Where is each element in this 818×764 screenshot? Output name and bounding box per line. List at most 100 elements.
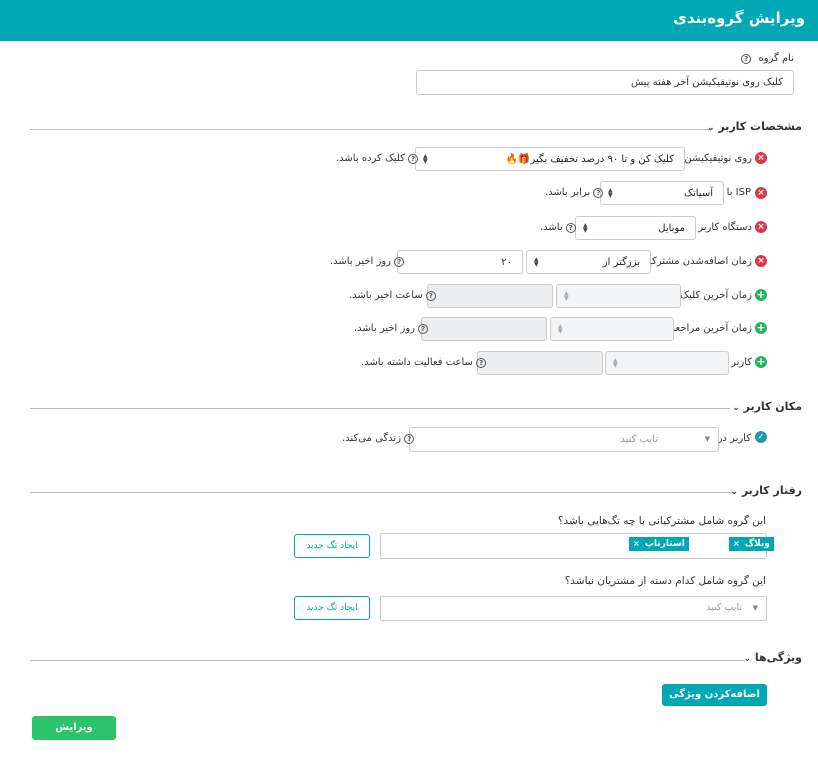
divider xyxy=(30,660,745,661)
condition-prefix: ISP با xyxy=(726,187,751,198)
help-icon[interactable]: ? xyxy=(425,291,436,301)
include-tags-input[interactable]: ▼ وبلاگ × استارتاپ × xyxy=(380,533,774,559)
select-arrows-icon: ▲ ▼ xyxy=(608,187,613,199)
condition-suffix-row: ? کلیک کرده باشد. xyxy=(336,153,419,164)
caret-down-icon: ▼ xyxy=(752,604,758,612)
device-select[interactable]: موبایل ▲ ▼ xyxy=(575,216,696,240)
days-input[interactable]: ۲۰ xyxy=(397,250,523,274)
help-icon[interactable]: ? xyxy=(404,434,415,444)
help-icon[interactable]: ? xyxy=(741,54,752,64)
exclude-placeholder: تایپ کنید xyxy=(706,602,742,613)
help-icon[interactable]: ? xyxy=(418,324,429,334)
page-title: ویرایش گروه‌بندی xyxy=(673,9,805,27)
select-arrows-icon: ▲ ▼ xyxy=(423,153,428,165)
section-user-location[interactable]: مکان کاربر ⌄ xyxy=(732,400,802,413)
section-user-specs[interactable]: مشخصات کاربر ⌄ xyxy=(707,120,802,133)
condition-prefix: کاربر xyxy=(731,357,752,368)
section-title: ویژگی‌ها xyxy=(754,651,802,664)
help-icon[interactable]: ? xyxy=(565,223,576,233)
exclude-tags-input[interactable]: ▼ تایپ کنید xyxy=(380,596,767,621)
divider xyxy=(30,408,730,409)
location-select[interactable]: تایپ کنید ▼ xyxy=(409,427,719,452)
select-value: کلیک کن و تا ۹۰ درصد تخفیف بگیر🎁🔥 xyxy=(505,153,674,165)
chevron-down-icon: ⌄ xyxy=(706,123,715,133)
exclude-question: این گروه شامل کدام دسته از مشتریان نباشد… xyxy=(564,575,766,587)
add-attribute-button[interactable]: اضافه‌کردن ویژگی جدید xyxy=(662,684,767,722)
group-name-label-row: نام گروه ? xyxy=(741,53,794,64)
condition-prefix: روی نوتیفیکیشن xyxy=(684,153,752,164)
chevron-down-icon: ⌄ xyxy=(743,654,752,664)
page-header: ویرایش گروه‌بندی xyxy=(0,0,818,41)
tag-chip[interactable]: استارتاپ × xyxy=(629,537,689,551)
select-value: آسیاتک xyxy=(684,187,713,199)
section-user-behavior[interactable]: رفتار کاربر ⌄ xyxy=(730,484,802,497)
select-arrows-icon: ▲ ▼ xyxy=(613,357,618,369)
location-prefix: کاربر در xyxy=(717,433,751,444)
select-arrows-icon: ▲ ▼ xyxy=(564,290,569,302)
select-value: موبایل xyxy=(658,222,685,234)
location-suffix: زندگی می‌کند. xyxy=(342,433,402,444)
operator-select-disabled[interactable]: ▲ ▼ xyxy=(550,317,674,341)
condition-prefix: زمان آخرین مراجعه xyxy=(670,323,752,334)
isp-select[interactable]: آسیاتک ▲ ▼ xyxy=(600,181,724,205)
caret-down-icon: ▼ xyxy=(704,435,710,443)
help-icon[interactable]: ? xyxy=(408,154,419,164)
remove-condition-icon[interactable]: × xyxy=(755,152,767,164)
condition-suffix: روز اخیر باشد. xyxy=(330,256,391,267)
add-condition-icon[interactable]: + xyxy=(755,322,767,334)
help-icon[interactable]: ? xyxy=(394,257,405,267)
condition-suffix-row: ? برابر باشد. xyxy=(545,187,604,198)
chevron-down-icon: ⌄ xyxy=(732,403,740,413)
condition-prefix: زمان اضافه‌شدن مشترکین xyxy=(641,256,752,267)
condition-suffix: باشد. xyxy=(540,222,563,233)
condition-suffix-row: ? روز اخیر باشد. xyxy=(330,256,405,267)
remove-condition-icon[interactable]: × xyxy=(755,255,767,267)
hours-input-disabled[interactable] xyxy=(477,351,603,375)
remove-tag-icon[interactable]: × xyxy=(733,539,740,548)
location-suffix-row: ? زندگی می‌کند. xyxy=(342,433,415,444)
edit-group-button[interactable]: ویرایش گروه‌بندی xyxy=(32,716,116,757)
remove-condition-icon[interactable]: × xyxy=(755,187,767,199)
condition-suffix-row: ? روز اخیر باشد. xyxy=(354,323,429,334)
check-icon: ✓ xyxy=(755,431,767,443)
select-arrows-icon: ▲ ▼ xyxy=(558,323,563,335)
condition-suffix: ساعت فعالیت داشته باشد. xyxy=(361,357,473,368)
condition-prefix: دستگاه کاربر xyxy=(698,222,752,233)
condition-suffix-row: ? ساعت فعالیت داشته باشد. xyxy=(361,357,487,368)
remove-condition-icon[interactable]: × xyxy=(755,221,767,233)
select-arrows-icon: ▲ ▼ xyxy=(534,256,539,268)
help-icon[interactable]: ? xyxy=(593,188,604,198)
section-attributes[interactable]: ویژگی‌ها ⌄ xyxy=(744,651,802,664)
activity-select-disabled[interactable]: ▲ ▼ xyxy=(605,351,729,375)
create-tag-button[interactable]: ایجاد تگ جدید xyxy=(294,596,370,620)
section-title: مشخصات کاربر xyxy=(718,120,802,133)
hours-input-disabled[interactable] xyxy=(427,284,553,308)
tag-label: وبلاگ xyxy=(744,539,770,549)
section-title: مکان کاربر xyxy=(743,400,802,413)
operator-select-disabled[interactable]: ▲ ▼ xyxy=(556,284,681,308)
location-placeholder: تایپ کنید xyxy=(620,434,658,445)
operator-select[interactable]: بزرگتر از ▲ ▼ xyxy=(526,250,651,274)
add-condition-icon[interactable]: + xyxy=(755,289,767,301)
chevron-down-icon: ⌄ xyxy=(730,487,738,497)
notification-select[interactable]: کلیک کن و تا ۹۰ درصد تخفیف بگیر🎁🔥 ▲ ▼ xyxy=(415,147,685,171)
days-input-disabled[interactable] xyxy=(421,317,547,341)
remove-tag-icon[interactable]: × xyxy=(633,539,640,548)
select-arrows-icon: ▲ ▼ xyxy=(583,222,588,234)
create-tag-button[interactable]: ایجاد تگ جدید xyxy=(294,534,370,558)
section-title: رفتار کاربر xyxy=(741,484,802,497)
condition-suffix: ساعت اخیر باشد. xyxy=(349,290,423,301)
help-icon[interactable]: ? xyxy=(476,358,487,368)
condition-suffix-row: ? ساعت اخیر باشد. xyxy=(349,290,436,301)
condition-suffix: کلیک کرده باشد. xyxy=(336,153,406,164)
group-name-input[interactable]: کلیک روی نوتیفیکیشن آخر هفته پیش xyxy=(416,70,794,95)
tag-chip[interactable]: وبلاگ × xyxy=(729,537,774,551)
condition-suffix-row: ? باشد. xyxy=(540,222,576,233)
include-question: این گروه شامل مشترکیانی با چه تگ‌هایی با… xyxy=(557,515,766,527)
condition-suffix: برابر باشد. xyxy=(545,187,591,198)
condition-prefix: زمان آخرین کلیک xyxy=(680,290,752,301)
condition-suffix: روز اخیر باشد. xyxy=(354,323,415,334)
add-condition-icon[interactable]: + xyxy=(755,356,767,368)
tag-label: استارتاپ xyxy=(644,539,685,549)
divider xyxy=(30,492,735,493)
